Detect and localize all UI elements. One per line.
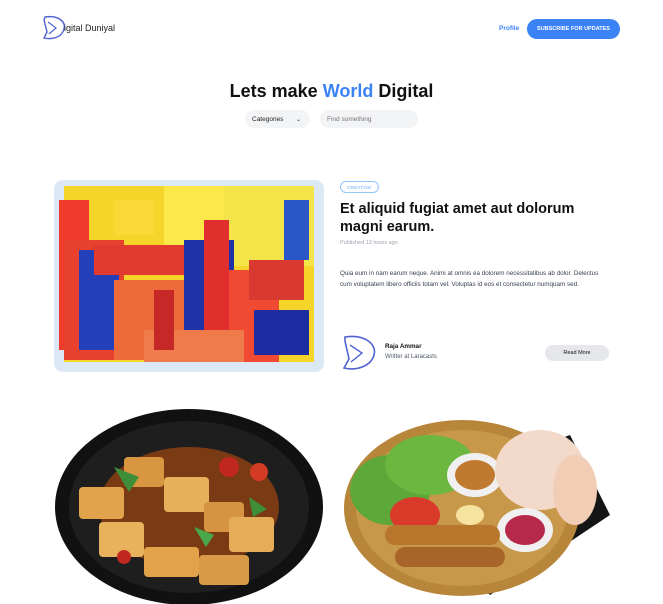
subscribe-button[interactable]: SUBSCRIBE FOR UPDATES [527,19,620,39]
title-accent: World [322,81,374,101]
author-name[interactable]: Raja Ammar [385,343,422,350]
author-avatar [340,333,378,373]
chevron-down-icon: ⌄ [295,116,301,123]
post-title[interactable]: Et aliquid fugiat amet aut dolorum magni… [340,200,600,236]
page-title: Lets make World Digital [0,81,663,102]
categories-dropdown[interactable]: Categories ⌄ [245,110,310,128]
post-image-spring-rolls[interactable] [340,415,612,604]
spring-rolls-image [344,420,610,596]
search-input[interactable] [320,110,418,128]
categories-label: Categories [252,115,284,123]
site-header: igital Duniyal Profile SUBSCRIBE FOR UPD… [0,0,663,58]
nav-profile-link[interactable]: Profile [499,25,519,32]
brand-name: igital Duniyal [64,23,116,33]
category-badge[interactable]: CREATIVE [340,181,379,193]
author-logo-icon [342,335,376,370]
title-suffix: Digital [373,81,434,101]
abstract-painting-image [54,180,324,372]
author-role: Writter at Laracasts [385,354,437,360]
brand-logo[interactable]: igital Duniyal [41,14,115,42]
post-image-tofu-dish[interactable] [54,407,324,604]
filter-bar: Categories ⌄ [0,110,663,128]
tofu-dish-image [55,409,323,604]
title-prefix: Lets make [229,81,323,101]
read-more-button[interactable]: Read More [545,345,609,361]
post-published-time: Published 13 hours ago [340,240,398,246]
post-excerpt: Quia eum in nam earum neque. Animi at om… [340,270,599,288]
featured-post-image[interactable] [54,180,324,372]
